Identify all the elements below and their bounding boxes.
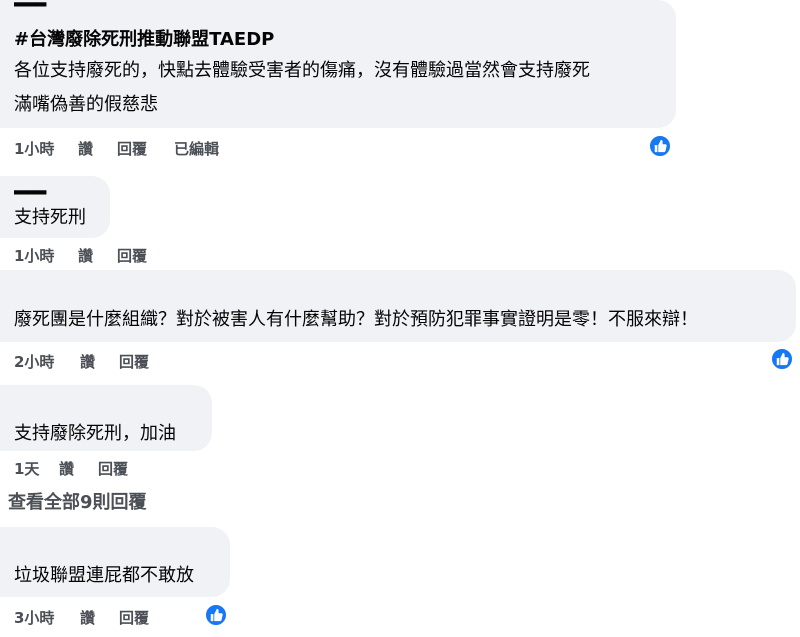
like-button[interactable]: 讚 xyxy=(80,351,95,372)
comment-actions: 3小時 讚 回覆 xyxy=(14,607,214,627)
like-button[interactable]: 讚 xyxy=(78,245,93,266)
comment-time[interactable]: 3小時 xyxy=(14,607,54,628)
comment-time[interactable]: 1天 xyxy=(14,458,39,479)
comment-actions: 1天 讚 回覆 xyxy=(14,458,214,478)
like-button[interactable]: 讚 xyxy=(59,458,74,479)
edited-label: 已編輯 xyxy=(174,140,220,158)
thumbs-up-icon[interactable] xyxy=(204,603,228,627)
thumbs-up-icon[interactable] xyxy=(770,347,794,371)
reply-button[interactable]: 回覆 xyxy=(119,351,149,372)
reply-button[interactable]: 回覆 xyxy=(117,138,147,159)
like-button[interactable]: 讚 xyxy=(78,138,93,159)
comment-text-line: 支持死刑 xyxy=(14,207,86,228)
comment-time[interactable]: 2小時 xyxy=(14,351,54,372)
comment-text-line: 滿嘴偽善的假慈悲 xyxy=(14,94,158,115)
comment-text-line: 廢死團是什麼組織？對於被害人有什麼幫助？對於預防犯罪事實證明是零！不服來辯！ xyxy=(14,309,698,330)
comment-text-line: 各位支持廢死的，快點去體驗受害者的傷痛，沒有體驗過當然會支持廢死 xyxy=(14,60,590,81)
comment-time[interactable]: 1小時 xyxy=(14,245,54,266)
reply-button[interactable]: 回覆 xyxy=(117,245,147,266)
comment-text-line: 支持廢除死刑，加油 xyxy=(14,423,176,444)
comment-actions: 1小時 讚 回覆 已編輯 xyxy=(14,138,314,158)
comment-author-cutoff[interactable]: ▂▂▂ xyxy=(14,0,64,10)
comment-text-line: 垃圾聯盟連屁都不敢放 xyxy=(14,565,194,586)
comment-actions: 1小時 讚 回覆 xyxy=(14,245,214,265)
view-all-replies-link[interactable]: 查看全部9則回覆 xyxy=(8,488,147,514)
comment-time[interactable]: 1小時 xyxy=(14,138,54,159)
like-button[interactable]: 讚 xyxy=(80,607,95,628)
reply-button[interactable]: 回覆 xyxy=(119,607,149,628)
reply-button[interactable]: 回覆 xyxy=(98,458,128,479)
comment-actions: 2小時 讚 回覆 xyxy=(14,351,214,371)
thumbs-up-icon[interactable] xyxy=(648,134,672,158)
hashtag-link[interactable]: #台灣廢除死刑推動聯盟TAEDP xyxy=(14,24,274,55)
comment-author-cutoff[interactable]: ▂▂▂ xyxy=(14,188,64,198)
